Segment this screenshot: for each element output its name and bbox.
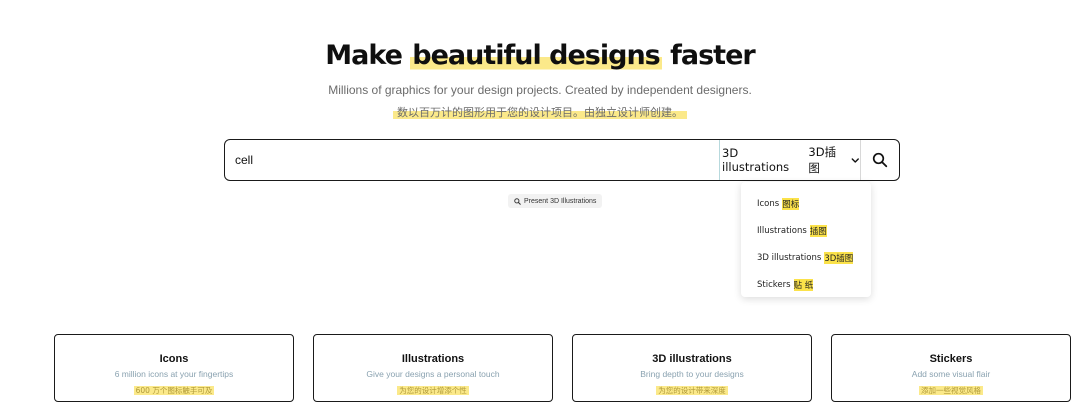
- search-bar: 3D illustrations 3D插图: [224, 139, 900, 181]
- chevron-down-icon: [852, 157, 860, 163]
- hero-subtitle: Millions of graphics for your design pro…: [328, 83, 752, 97]
- card-description: 6 million icons at your fingertips: [114, 369, 234, 379]
- dropdown-item-label: 3D illustrations: [757, 252, 822, 263]
- card-title: Illustrations: [401, 353, 465, 365]
- card-description-cn: 600 万个图标触手可及: [55, 385, 293, 396]
- card-title: 3D illustrations: [652, 353, 732, 365]
- dropdown-item-label-cn: 插图: [809, 224, 827, 237]
- card-description-cn-text: 600 万个图标触手可及: [133, 386, 215, 395]
- card-description: Bring depth to your designs: [640, 369, 744, 379]
- dropdown-item-label-cn: 图标: [782, 197, 800, 210]
- search-button[interactable]: [861, 140, 899, 180]
- hero-subtitle-cn-text: 数以百万计的图形用于您的设计项目。由独立设计师创建。: [393, 106, 687, 119]
- dropdown-item-label-cn: 贴 纸: [793, 278, 814, 291]
- search-icon: [872, 152, 888, 168]
- card-description-cn-text: 添加一些视觉风格: [919, 386, 983, 395]
- asset-type-select[interactable]: 3D illustrations 3D插图: [719, 140, 861, 180]
- dropdown-item-3d-illustrations[interactable]: 3D illustrations 3D插图: [741, 244, 871, 271]
- dropdown-item-label: Stickers: [757, 279, 791, 290]
- card-title: Icons: [159, 353, 189, 365]
- asset-type-label: 3D illustrations: [722, 146, 790, 174]
- asset-type-dropdown: Icons 图标 Illustrations 插图 3D illustratio…: [741, 182, 871, 297]
- category-card-illustrations[interactable]: Illustrations Give your designs a person…: [313, 334, 553, 402]
- suggestion-chip[interactable]: Present 3D Illustrations: [508, 194, 603, 208]
- hero-title-part2: faster: [661, 40, 756, 71]
- category-card-stickers[interactable]: Stickers Add some visual flair 添加一些视觉风格: [831, 334, 1071, 402]
- dropdown-item-stickers[interactable]: Stickers 贴 纸: [741, 271, 871, 298]
- category-card-3d-illustrations[interactable]: 3D illustrations Bring depth to your des…: [572, 334, 812, 402]
- card-description-cn: 添加一些视觉风格: [832, 385, 1070, 396]
- card-description: Give your designs a personal touch: [366, 369, 500, 379]
- card-title: Stickers: [929, 353, 973, 365]
- hero-title-part1: Make: [325, 40, 411, 71]
- suggestion-chip-label: Present 3D Illustrations: [524, 197, 597, 205]
- dropdown-item-icons[interactable]: Icons 图标: [741, 190, 871, 217]
- search-icon: [514, 197, 521, 205]
- hero-subtitle-cn: 数以百万计的图形用于您的设计项目。由独立设计师创建。: [0, 104, 1080, 120]
- card-description: Add some visual flair: [911, 369, 991, 379]
- card-description-cn-text: 为您的设计增添个性: [397, 386, 469, 395]
- dropdown-item-label-cn: 3D插图: [824, 251, 854, 264]
- dropdown-item-illustrations[interactable]: Illustrations 插图: [741, 217, 871, 244]
- asset-type-label-cn: 3D插图: [808, 145, 837, 175]
- card-description-cn: 为您的设计增添个性: [314, 385, 552, 396]
- hero-title: Make beautiful designs faster: [0, 40, 1080, 71]
- card-description-cn: 为您的设计带来深度: [573, 385, 811, 396]
- dropdown-item-label: Illustrations: [757, 225, 807, 236]
- dropdown-item-label: Icons: [757, 198, 780, 209]
- category-card-icons[interactable]: Icons 6 million icons at your fingertips…: [54, 334, 294, 402]
- card-description-cn-text: 为您的设计带来深度: [656, 386, 728, 395]
- hero-title-highlight: beautiful designs: [410, 40, 662, 71]
- search-input[interactable]: [235, 150, 705, 170]
